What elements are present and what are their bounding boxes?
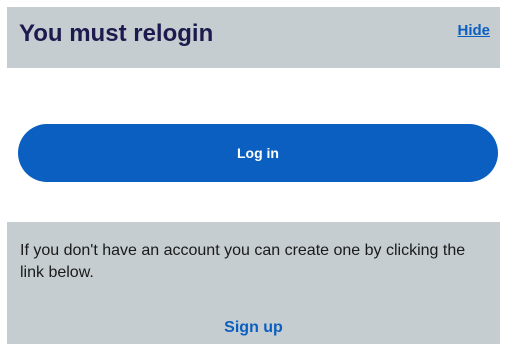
signup-link[interactable]: Sign up [7,318,500,338]
signup-panel: If you don't have an account you can cre… [7,222,500,344]
page-title: You must relogin [19,20,214,47]
login-button[interactable]: Log in [18,124,498,182]
signup-message: If you don't have an account you can cre… [20,242,466,281]
hide-link[interactable]: Hide [457,22,490,40]
relogin-header: You must relogin Hide [7,7,500,68]
